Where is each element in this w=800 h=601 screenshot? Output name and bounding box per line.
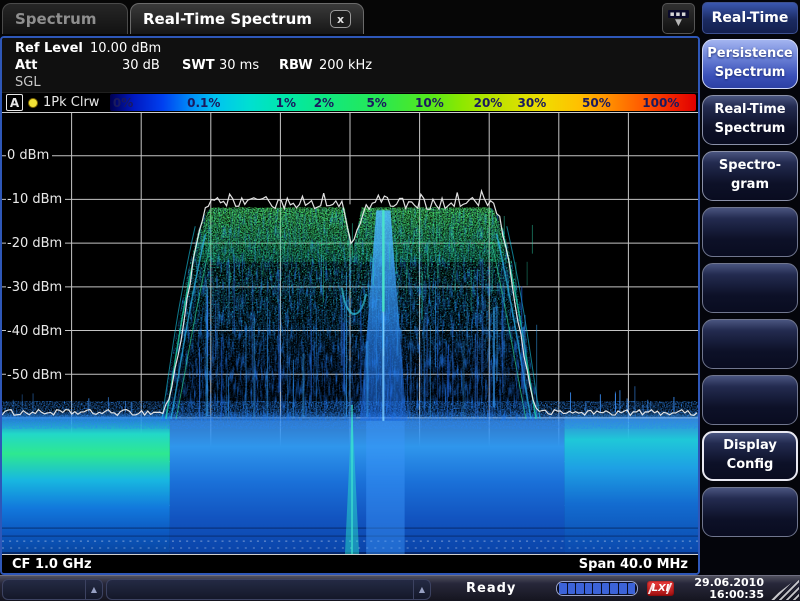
- swt-field[interactable]: SWT: [182, 58, 215, 73]
- message-panel-1[interactable]: ▲: [2, 579, 103, 600]
- persistence-spectrum-svg: [2, 113, 698, 554]
- y-axis-label: -50 dBm: [6, 368, 65, 384]
- swt-value[interactable]: 30 ms: [219, 58, 259, 73]
- progress-segment: [568, 583, 576, 594]
- tab-spectrum[interactable]: Spectrum: [2, 3, 128, 34]
- y-axis-label: -10 dBm: [6, 192, 65, 208]
- tab-list-dots-icon: ▪▪▪: [668, 10, 689, 18]
- tab-label: Real-Time Spectrum: [143, 10, 312, 28]
- softkey-empty-1: [702, 207, 798, 257]
- sweep-progress-bar: [556, 581, 638, 596]
- softkey-display-config[interactable]: Display Config: [702, 431, 798, 481]
- scale-label: 1%: [276, 95, 296, 111]
- softkey-sidebar: Real-Time Persistence Spectrum Real-Time…: [700, 0, 800, 575]
- resize-grip-icon[interactable]: [769, 577, 799, 600]
- scale-label: 10%: [415, 95, 444, 111]
- span-field[interactable]: Span 40.0 MHz: [579, 557, 688, 572]
- progress-segment: [585, 583, 593, 594]
- softkey-empty-5: [702, 487, 798, 537]
- measurement-display: Ref Level 10.00 dBm Att 30 dB SWT 30 ms …: [0, 36, 700, 575]
- rbw-value[interactable]: 200 kHz: [319, 58, 372, 73]
- progress-segment: [619, 583, 627, 594]
- scale-label: 20%: [474, 95, 503, 111]
- scale-label: 30%: [518, 95, 547, 111]
- progress-segment: [593, 583, 601, 594]
- tab-bar: Spectrum Real-Time Spectrum x ▪▪▪ ▼: [0, 0, 700, 36]
- chevron-down-icon: ▼: [675, 19, 682, 27]
- softkey-spectrogram[interactable]: Spectro- gram: [702, 151, 798, 201]
- spectrum-plot: 0 dBm -10 dBm -20 dBm -30 dBm -40 dBm -50 dBm: [2, 112, 698, 555]
- att-value[interactable]: 30 dB: [122, 58, 160, 73]
- plot-footer: CF 1.0 GHz Span 40.0 MHz: [2, 555, 698, 573]
- progress-segment: [602, 583, 610, 594]
- ref-level-value[interactable]: 10.00 dBm: [90, 41, 161, 56]
- scale-label: 50%: [582, 95, 611, 111]
- single-sweep-indicator: SGL: [15, 75, 41, 90]
- tab-realtime-spectrum[interactable]: Real-Time Spectrum x: [130, 3, 364, 34]
- measurement-header: Ref Level 10.00 dBm Att 30 dB SWT 30 ms …: [2, 38, 698, 92]
- att-field[interactable]: Att: [15, 58, 38, 73]
- softkey-menu-title: Real-Time: [702, 2, 798, 34]
- ref-level-field[interactable]: Ref Level: [15, 41, 83, 56]
- y-axis-label: -20 dBm: [6, 236, 65, 252]
- status-text: Ready: [466, 581, 516, 596]
- scale-label: 5%: [366, 95, 386, 111]
- expand-panel-icon[interactable]: ▲: [413, 580, 430, 599]
- tab-label: Spectrum: [15, 10, 96, 28]
- trace-color-dot: [28, 98, 38, 108]
- y-axis-label: 0 dBm: [6, 148, 52, 164]
- scale-row: A 1Pk Clrw 0% 0.1% 1% 2% 5% 10% 20% 30% 50% 100%: [2, 92, 698, 112]
- softkey-empty-2: [702, 263, 798, 313]
- tab-list-icon[interactable]: ▪▪▪ ▼: [662, 3, 695, 34]
- time-text: 16:00:35: [694, 589, 764, 601]
- progress-segment: [559, 583, 567, 594]
- persistence-color-scale: 0% 0.1% 1% 2% 5% 10% 20% 30% 50% 100%: [110, 94, 696, 111]
- progress-segment: [576, 583, 584, 594]
- trace-mode-label: 1Pk Clrw: [43, 95, 99, 110]
- scale-label: 100%: [642, 95, 679, 111]
- datetime-display: 29.06.2010 16:00:35: [694, 577, 764, 601]
- progress-segment: [610, 583, 618, 594]
- y-axis-label: -30 dBm: [6, 280, 65, 296]
- scale-label: 2%: [314, 95, 334, 111]
- instrument-screen: Spectrum Real-Time Spectrum x ▪▪▪ ▼ Ref …: [0, 0, 800, 601]
- progress-segment: [628, 583, 636, 594]
- expand-panel-icon[interactable]: ▲: [85, 580, 102, 599]
- scale-label: 0%: [113, 95, 133, 111]
- softkey-persistence-spectrum[interactable]: Persistence Spectrum: [702, 39, 798, 89]
- status-bar: ▲ ▲ Ready LXI 29.06.2010 16:00:35: [0, 575, 800, 601]
- window-a-badge: A: [6, 94, 23, 111]
- message-panel-2[interactable]: ▲: [106, 579, 431, 600]
- lxi-icon: LXI: [647, 581, 674, 596]
- softkey-empty-3: [702, 319, 798, 369]
- y-axis-label: -40 dBm: [6, 324, 65, 340]
- softkey-empty-4: [702, 375, 798, 425]
- trace-legend: A 1Pk Clrw: [2, 93, 110, 112]
- rbw-field[interactable]: RBW: [279, 58, 313, 73]
- close-icon[interactable]: x: [330, 10, 351, 28]
- softkey-realtime-spectrum[interactable]: Real-Time Spectrum: [702, 95, 798, 145]
- center-frequency-field[interactable]: CF 1.0 GHz: [12, 557, 92, 572]
- scale-label: 0.1%: [187, 95, 220, 111]
